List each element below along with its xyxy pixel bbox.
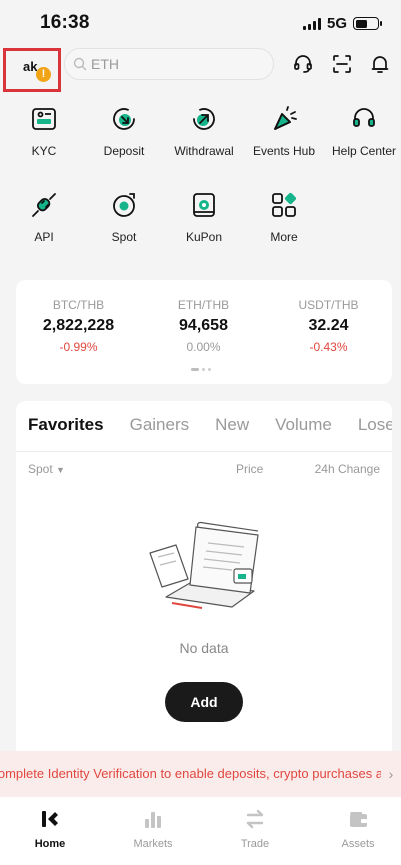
avatar-button[interactable]: ak ! [3,48,61,92]
nav-label: Trade [240,838,270,850]
ticker-btc[interactable]: BTC/THB 2,822,228 -0.99% [16,298,141,354]
withdrawal-icon [189,104,219,134]
shortcut-withdrawal[interactable]: Withdrawal [164,104,244,158]
signal-icon [302,17,321,30]
bell-icon[interactable] [368,52,392,76]
shortcut-label: KYC [31,144,57,158]
shortcut-label: More [270,230,298,244]
coupon-icon [189,190,219,220]
tab-volume[interactable]: Volume [275,415,332,435]
shortcut-more[interactable]: More [244,190,324,244]
shortcut-label: Deposit [103,144,145,158]
ticker-change: -0.43% [309,340,348,354]
search-bar[interactable] [64,48,274,80]
empty-state-illustration [146,519,266,624]
trade-icon [243,807,267,831]
shortcut-api[interactable]: API [4,190,84,244]
megaphone-icon [269,104,299,134]
more-grid-icon [269,190,299,220]
change-header[interactable]: 24h Change [315,462,380,476]
markets-icon [141,807,165,831]
tab-favorites[interactable]: Favorites [28,415,104,435]
plug-icon [29,190,59,220]
chevron-right-icon: › [381,751,401,797]
tab-new[interactable]: New [215,415,249,435]
status-time: 16:38 [40,12,90,33]
bottom-nav: Home Markets Trade Assets [0,797,401,865]
banner-text: Please complete Identity Verification to… [0,766,401,781]
top-bar: ak ! [0,46,401,94]
status-indicators: 5G [302,15,382,32]
tab-gainers[interactable]: Gainers [130,415,190,435]
status-bar: 16:38 5G [0,0,401,44]
headset-icon [349,104,379,134]
carousel-indicator [191,368,211,371]
shortcut-label: Events Hub [252,144,316,158]
shortcut-help-center[interactable]: Help Center [324,104,401,158]
shortcut-deposit[interactable]: Deposit [84,104,164,158]
warning-badge: ! [36,67,51,82]
market-tabs: Favorites Gainers New Volume Losers [28,415,392,435]
nav-trade[interactable]: Trade [215,807,295,850]
tab-losers[interactable]: Losers [358,415,392,435]
spot-filter[interactable]: Spot ▼ [28,462,65,476]
nav-label: Home [34,838,66,850]
nav-home[interactable]: Home [10,807,90,850]
ticker-price: 32.24 [308,317,349,334]
nav-markets[interactable]: Markets [113,807,193,850]
ticker-change: -0.99% [59,340,98,354]
shortcut-kupon[interactable]: KuPon [164,190,244,244]
network-type: 5G [326,15,347,32]
id-card-icon [29,104,59,134]
market-card: Favorites Gainers New Volume Losers Spot… [16,401,392,751]
shortcut-kyc[interactable]: KYC [4,104,84,158]
kyc-banner[interactable]: Please complete Identity Verification to… [0,751,401,797]
shortcut-label: API [34,230,54,244]
shortcut-label: Help Center [331,144,397,158]
spot-filter-label: Spot [28,462,53,476]
add-favorites-button[interactable]: Add [165,682,243,722]
ticker-pair: USDT/THB [298,298,359,312]
ticker-price: 94,658 [179,317,228,334]
divider [16,451,392,452]
shortcut-label: Spot [111,230,137,244]
search-icon [73,57,87,71]
price-header[interactable]: Price [236,462,263,476]
ticker-usdt[interactable]: USDT/THB 32.24 -0.43% [266,298,391,354]
shortcut-label: Withdrawal [174,144,234,158]
search-input[interactable] [91,56,261,72]
support-icon[interactable] [291,52,315,76]
spot-icon [109,190,139,220]
wallet-icon [346,807,370,831]
home-icon [38,807,62,831]
empty-state-text: No data [179,640,229,656]
ticker-pair: BTC/THB [52,298,105,312]
nav-assets[interactable]: Assets [318,807,398,850]
ticker-change: 0.00% [186,340,221,354]
ticker-card: BTC/THB 2,822,228 -0.99% ETH/THB 94,658 … [16,280,392,384]
nav-label: Markets [133,838,173,850]
shortcut-label: KuPon [185,230,223,244]
ticker-pair: ETH/THB [177,298,230,312]
shortcut-events-hub[interactable]: Events Hub [244,104,324,158]
ticker-eth[interactable]: ETH/THB 94,658 0.00% [141,298,266,354]
shortcut-spot[interactable]: Spot [84,190,164,244]
deposit-icon [109,104,139,134]
battery-icon [353,17,382,30]
caret-down-icon: ▼ [56,465,65,475]
nav-label: Assets [341,838,375,850]
scan-icon[interactable] [330,52,354,76]
ticker-price: 2,822,228 [42,317,115,334]
